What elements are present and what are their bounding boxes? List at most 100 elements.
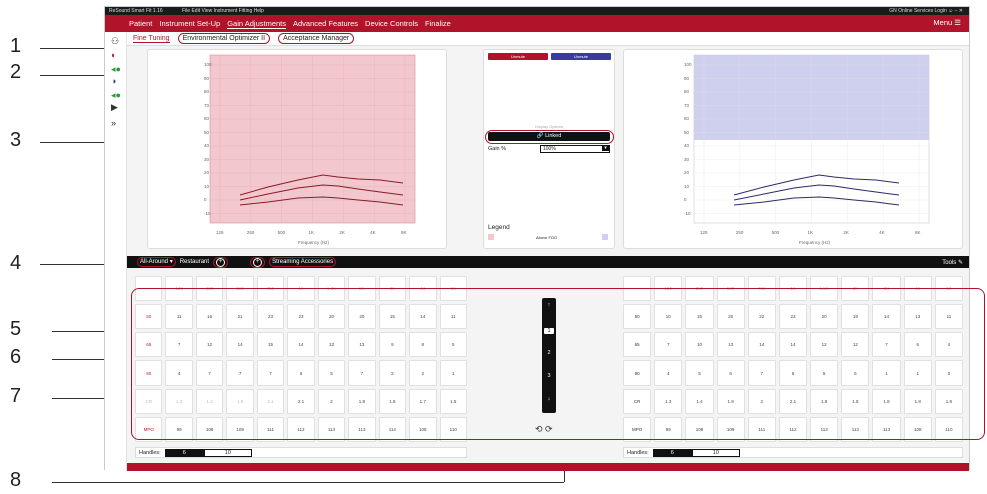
x-tick-label: 125 [216,230,224,235]
gain-label: Gain % [488,146,507,152]
x-tick-label: 1K [308,230,315,235]
nav-instrument-setup[interactable]: Instrument Set-Up [159,19,220,28]
tab-environmental-optimizer[interactable]: Environmental Optimizer II [177,33,271,44]
expand-icon[interactable]: » [111,118,116,128]
sub-tabs: Fine Tuning Environmental Optimizer II A… [127,32,969,46]
left-ear-icon[interactable]: ◐ [111,50,116,60]
tab-acceptance-manager[interactable]: Acceptance Manager [278,33,355,44]
legend-title: Legend [488,224,510,231]
x-tick-label: 1K [807,230,814,235]
add-program-button[interactable]: + [213,256,229,268]
nav-finalize[interactable]: Finalize [425,19,451,28]
speaker-left-icon[interactable]: ◂● [111,64,121,75]
program-bar: All-Around ▾ Restaurant + + Streaming Ac… [127,256,969,268]
right-gain-graph [693,54,930,224]
program-streaming-accessories[interactable]: Streaming Accessories [269,257,337,267]
x-tick-label: 250 [735,230,744,235]
center-panel: Unmute Unmute Display Options 🔗 Linked G… [483,49,615,249]
link-icon: 🔗 [536,133,546,139]
nav-device-controls[interactable]: Device Controls [365,19,418,28]
y-tick-label: 50 [684,129,690,135]
handles-label: Handles: [627,449,649,456]
menu-button[interactable]: Menu ☰ [933,18,961,27]
handles-from[interactable]: 6 [652,448,692,457]
y-tick-label: 10 [204,183,210,189]
handles-from[interactable]: 6 [164,448,204,457]
right-curve-65 [733,184,900,201]
y-tick-label: 80 [204,89,210,94]
callout-6: 6 [10,346,22,368]
tools-menu[interactable]: Tools ✎ [942,259,963,266]
handles-to[interactable]: 10 [203,448,252,457]
user-icon[interactable]: ⚇ [111,36,119,47]
unmute-left-button[interactable]: Unmute [488,53,548,60]
y-tick-label: 50 [204,129,210,135]
x-tick-label: 4K [879,230,885,235]
x-tick-label: 500 [771,230,780,235]
app-title: ReSound Smart Fit 1.16 [109,8,163,14]
app-menus[interactable]: File Edit View Instrument Fitting Help [182,8,264,14]
y-tick-label: 60 [684,116,690,121]
linked-button[interactable]: 🔗 Linked [488,132,610,141]
legend-item: Above FOG [536,235,558,240]
y-tick-label: 0 [684,197,687,202]
nav-gain-adjustments[interactable]: Gain Adjustments [227,19,286,29]
bottom-bar [127,463,969,471]
left-xlabel: Frequency (Hz) [298,240,330,245]
title-right[interactable]: GN Online Services Login ☺ – ✕ [889,7,963,15]
x-tick-label: 2K [843,230,849,235]
callout-line-8 [52,482,564,483]
callout-1: 1 [10,35,22,57]
main-nav: Patient Instrument Set-Up Gain Adjustmen… [105,15,969,32]
x-tick-label: 8K [401,230,407,235]
x-tick-label: 8K [915,230,921,235]
left-gain-graph [209,54,416,224]
y-tick-label: 30 [684,156,690,162]
plus-icon: + [253,257,263,267]
legend-right-swatch [602,234,608,240]
y-tick-label: 100 [204,62,212,67]
wrench-icon: ✎ [957,259,963,266]
play-icon[interactable]: ▶ [111,102,118,113]
y-tick-label: 60 [204,116,210,121]
y-tick-label: 40 [684,143,690,148]
speaker-right-icon[interactable]: ◂● [111,90,121,101]
right-ear-icon[interactable]: ◑ [111,76,116,86]
callout-5: 5 [10,318,22,340]
chevron-down-icon: ▾ [602,145,609,151]
callout-4: 4 [10,252,22,274]
x-tick-label: 2K [339,230,345,235]
x-tick-label: 250 [246,230,255,235]
add-streaming-button[interactable]: + [250,256,266,268]
legend-left-swatch [488,234,494,240]
callout-7: 7 [10,385,22,407]
callout-2: 2 [10,61,22,83]
unmute-right-button[interactable]: Unmute [551,53,611,60]
callout-8: 8 [10,469,22,491]
title-bar: ReSound Smart Fit 1.16 File Edit View In… [105,7,969,15]
y-tick-label: 20 [684,170,690,175]
program-restaurant[interactable]: Restaurant [180,259,209,265]
y-tick-label: 100 [684,62,692,67]
y-tick-label: 40 [204,143,210,148]
nav-patient[interactable]: Patient [129,19,152,28]
nav-advanced-features[interactable]: Advanced Features [293,19,358,28]
x-tick-label: 500 [277,230,286,235]
left-handles: Handles: 6 10 [135,447,467,458]
y-tick-label: 90 [204,75,210,81]
y-tick-label: -10 [684,210,691,216]
y-tick-label: 70 [684,102,690,108]
right-xlabel: Frequency (Hz) [799,240,831,245]
handles-to[interactable]: 10 [691,448,740,457]
program-all-around[interactable]: All-Around ▾ [137,257,176,267]
x-tick-label: 4K [370,230,376,235]
tab-fine-tuning[interactable]: Fine Tuning [133,35,170,43]
gain-tables-highlight [131,288,985,440]
x-tick-label: 125 [700,230,708,235]
callout-3: 3 [10,129,22,151]
handles-label: Handles: [139,449,161,456]
gain-select[interactable]: 100% ▾ [540,145,610,153]
left-toolbar: ⚇ ◐ ◂● ◑ ◂● ▶ » [105,32,127,471]
y-tick-label: 30 [204,156,210,162]
right-graph-panel: 100 90 80 70 60 50 40 30 20 10 0 -10 125 250 500 1K 2K 4… [623,49,963,249]
